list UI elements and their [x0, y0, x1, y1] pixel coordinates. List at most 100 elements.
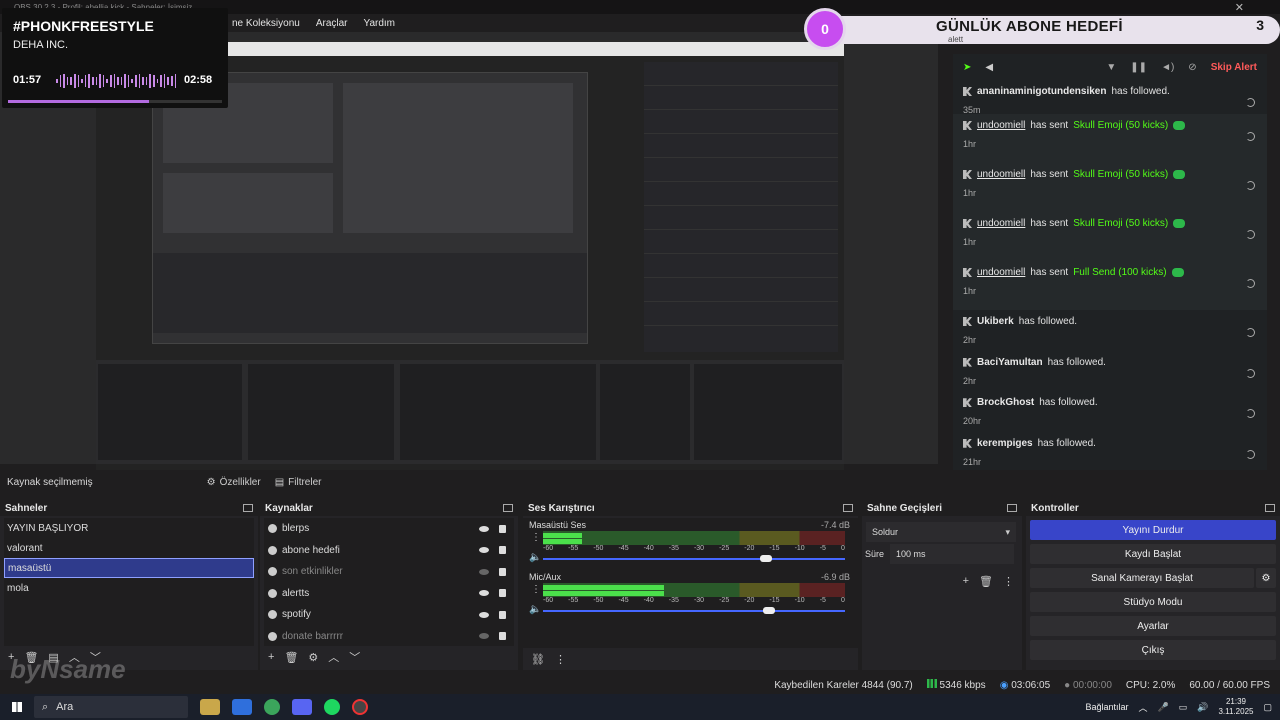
stop-stream-button[interactable]: Yayını Durdur — [1030, 520, 1276, 540]
virtual-camera-settings-icon[interactable]: ⚙ — [1256, 568, 1276, 588]
menu-icon[interactable]: ⋮ — [531, 584, 541, 595]
alert-user[interactable]: Ukiberk — [977, 316, 1014, 327]
lock-icon[interactable] — [499, 589, 506, 598]
speaker-icon[interactable]: 🔈 — [529, 552, 541, 563]
scene-item[interactable]: valorant — [4, 538, 254, 558]
trash-icon[interactable]: 🗑 — [284, 651, 298, 664]
scene-item[interactable]: YAYIN BAŞLIYOR — [4, 518, 254, 538]
replay-icon[interactable] — [1246, 449, 1255, 459]
volume-icon[interactable]: ◄) — [1161, 62, 1174, 73]
source-item[interactable]: blerps — [264, 518, 514, 540]
menu-tools[interactable]: Araçlar — [316, 18, 348, 29]
alert-user[interactable]: undoomiell — [977, 267, 1025, 278]
eye-hidden-icon[interactable] — [479, 633, 489, 640]
add-icon[interactable]: + — [268, 651, 274, 663]
lock-icon[interactable] — [499, 610, 506, 619]
mute-icon[interactable]: ⊘ — [1188, 62, 1196, 73]
alert-user[interactable]: undoomiell — [977, 218, 1025, 229]
transition-select[interactable]: Soldur — [866, 522, 1016, 542]
properties-button[interactable]: ⚙ Özellikler — [207, 477, 261, 488]
app-copilot-icon[interactable] — [232, 699, 252, 715]
replay-icon[interactable] — [1246, 132, 1255, 141]
eye-icon[interactable] — [479, 611, 489, 618]
lock-icon[interactable] — [499, 567, 506, 576]
source-item[interactable]: abone hedefi — [264, 540, 514, 562]
lock-icon[interactable] — [499, 546, 506, 555]
scene-item[interactable]: mola — [4, 578, 254, 598]
undock-icon[interactable] — [1265, 504, 1275, 512]
clock[interactable]: 21:39 3.11.2025 — [1218, 697, 1253, 717]
volume-knob[interactable] — [760, 555, 773, 562]
skip-alert-button[interactable]: Skip Alert — [1211, 62, 1257, 73]
source-item[interactable]: donate barrrrr — [264, 626, 514, 648]
chrome-icon[interactable] — [264, 699, 280, 715]
menu-icon[interactable]: ⋮ — [555, 653, 566, 666]
replay-icon[interactable] — [1246, 368, 1255, 378]
speaker-icon[interactable]: 🔊 — [1197, 702, 1208, 713]
sources-footer: + 🗑 ⚙ ︿ ﹀ — [260, 646, 518, 668]
alert-user[interactable]: BaciYamultan — [977, 357, 1043, 368]
obs-icon[interactable] — [352, 699, 368, 715]
pause-icon[interactable]: ❚❚ — [1130, 62, 1147, 73]
replay-icon[interactable] — [1246, 279, 1255, 288]
undock-icon[interactable] — [843, 504, 853, 512]
filter-icon[interactable]: ▼ — [1106, 62, 1116, 73]
undock-icon[interactable] — [503, 504, 513, 512]
virtual-camera-button[interactable]: Sanal Kamerayı Başlat — [1030, 568, 1254, 588]
menu-scene-collection[interactable]: ne Koleksiyonu — [232, 18, 300, 29]
add-icon[interactable]: + — [963, 575, 969, 587]
alert-user[interactable]: undoomiell — [977, 120, 1025, 131]
megaphone-icon[interactable]: ◀ — [985, 62, 993, 73]
link-icon[interactable]: ⛓ — [531, 653, 545, 666]
battery-icon[interactable]: ▭ — [1179, 702, 1188, 713]
trash-icon[interactable]: 🗑 — [979, 575, 993, 588]
taskbar-search[interactable]: ⌕ Ara — [34, 696, 188, 718]
lock-icon[interactable] — [499, 632, 506, 641]
replay-icon[interactable] — [1246, 328, 1255, 337]
volume-knob[interactable] — [763, 607, 776, 614]
tray-chevron-icon[interactable]: ︿ — [1139, 701, 1148, 714]
studio-mode-button[interactable]: Stüdyo Modu — [1030, 592, 1276, 612]
filters-button[interactable]: ▤ Filtreler — [275, 477, 322, 488]
eye-icon[interactable] — [479, 525, 489, 532]
alert-user[interactable]: ananinaminigotundensiken — [977, 86, 1106, 97]
exit-button[interactable]: Çıkış — [1030, 640, 1276, 660]
eye-icon[interactable] — [479, 547, 489, 554]
up-icon[interactable]: ︿ — [328, 649, 339, 665]
volume-slider[interactable] — [543, 607, 845, 614]
menu-icon[interactable]: ⋮ — [1003, 575, 1014, 588]
network-label[interactable]: Bağlantılar — [1085, 702, 1128, 712]
wave-bar — [153, 75, 155, 87]
replay-icon[interactable] — [1246, 230, 1255, 239]
scene-item[interactable]: masaüstü — [4, 558, 254, 578]
source-item[interactable]: spotify — [264, 604, 514, 626]
settings-button[interactable]: Ayarlar — [1030, 616, 1276, 636]
down-icon[interactable]: ﹀ — [349, 649, 360, 665]
menu-help[interactable]: Yardım — [364, 18, 396, 29]
windows-start-icon[interactable] — [12, 702, 22, 712]
source-item[interactable]: son etkinlikler — [264, 561, 514, 583]
replay-icon[interactable] — [1246, 181, 1255, 190]
speaker-icon[interactable]: 🔈 — [529, 604, 541, 615]
source-item[interactable]: alertts — [264, 583, 514, 605]
eye-icon[interactable] — [479, 590, 489, 597]
spotify-icon[interactable] — [324, 699, 340, 715]
app-widget-icon[interactable] — [200, 699, 220, 715]
lock-icon[interactable] — [499, 524, 506, 533]
alert-user[interactable]: BrockGhost — [977, 397, 1034, 408]
menu-icon[interactable]: ⋮ — [531, 532, 541, 543]
eye-hidden-icon[interactable] — [479, 568, 489, 575]
start-recording-button[interactable]: Kaydı Başlat — [1030, 544, 1276, 564]
send-icon[interactable]: ➤ — [963, 62, 971, 73]
mic-icon[interactable]: 🎤 — [1158, 702, 1169, 713]
volume-slider[interactable] — [543, 555, 845, 562]
notification-icon[interactable]: ▢ — [1263, 702, 1272, 713]
undock-icon[interactable] — [1007, 504, 1017, 512]
duration-input[interactable]: 100 ms — [890, 544, 1015, 564]
discord-icon[interactable] — [292, 699, 312, 715]
gear-icon[interactable]: ⚙ — [308, 651, 318, 664]
alert-user[interactable]: kerempiges — [977, 438, 1033, 449]
alert-user[interactable]: undoomiell — [977, 169, 1025, 180]
replay-icon[interactable] — [1246, 98, 1255, 107]
undock-icon[interactable] — [243, 504, 253, 512]
